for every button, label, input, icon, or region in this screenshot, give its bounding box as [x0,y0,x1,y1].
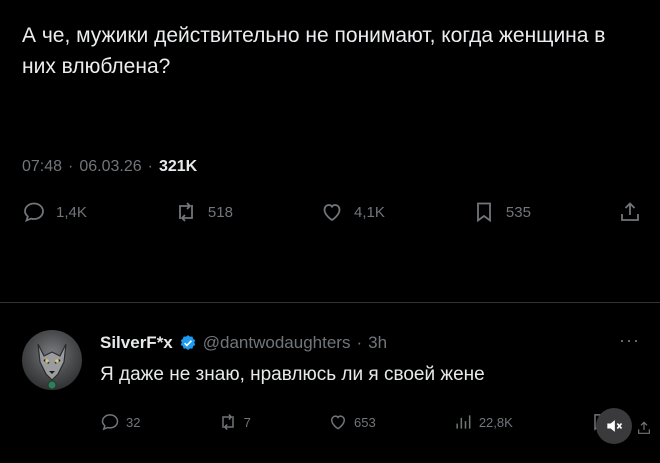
reply-like-button[interactable]: 653 [328,412,376,432]
header-separator: · [356,333,363,352]
reply-icon [101,414,119,431]
meta-separator: · [147,158,153,175]
reply-reply-button[interactable]: 32 [100,412,140,432]
tweet-views-count[interactable]: 321K [159,158,197,176]
bookmark-icon [476,202,491,223]
reply-time[interactable]: 3h [368,333,387,353]
tweet-time[interactable]: 07:48 [22,158,62,176]
like-count: 4,1K [353,203,385,221]
heart-icon [330,415,345,430]
reply-views-button[interactable]: 22,8K [453,412,513,432]
reply-actions: 32 7 653 22,8K [100,412,610,432]
verified-badge-icon [180,335,195,350]
views-icon [456,415,471,429]
reply-body: SilverF*x @dantwodaughters · 3h ··· Я да… [100,330,640,386]
reply-author-name[interactable]: SilverF*x [100,333,173,353]
reply-reply-count: 32 [126,414,141,430]
reply-like-count: 653 [353,414,376,430]
reply-icon [24,202,44,223]
reply-button[interactable]: 1,4K [22,200,87,224]
reply-repost-count: 7 [243,414,251,430]
meta-separator: · [68,158,74,175]
tweet-date[interactable]: 06.03.26 [79,158,141,176]
tweet-actions: 1,4K 518 4,1K 535 [22,200,642,224]
share-icon [621,202,639,221]
bookmark-count: 535 [505,203,531,221]
reply-author-handle[interactable]: @dantwodaughters [203,333,351,353]
avatar[interactable] [22,330,82,390]
reply-count: 1,4K [56,203,87,221]
repost-icon [221,413,234,431]
like-button[interactable]: 4,1K [320,200,385,224]
mute-button[interactable] [596,408,632,444]
more-options-button[interactable]: ··· [619,330,640,351]
reply-share-button[interactable] [636,420,652,441]
share-icon [638,421,650,434]
share-button[interactable] [618,200,642,224]
repost-icon [179,202,193,222]
bookmark-button[interactable]: 535 [472,200,531,224]
repost-button[interactable]: 518 [174,200,233,224]
tweet-meta: 07:48 · 06.03.26 · 321K [22,158,197,176]
heart-icon [323,204,341,222]
wolf-avatar-icon [37,343,67,390]
mute-icon [607,420,623,432]
reply-views-count: 22,8K [478,414,513,430]
reply-repost-button[interactable]: 7 [218,412,251,432]
tweet-text: А че, мужики действительно не понимают, … [22,24,606,78]
reply-text: Я даже не знаю, нравлюсь ли я своей жене [100,364,485,385]
repost-count: 518 [207,203,233,221]
divider [0,302,660,303]
reply-header: SilverF*x @dantwodaughters · 3h [100,330,640,356]
